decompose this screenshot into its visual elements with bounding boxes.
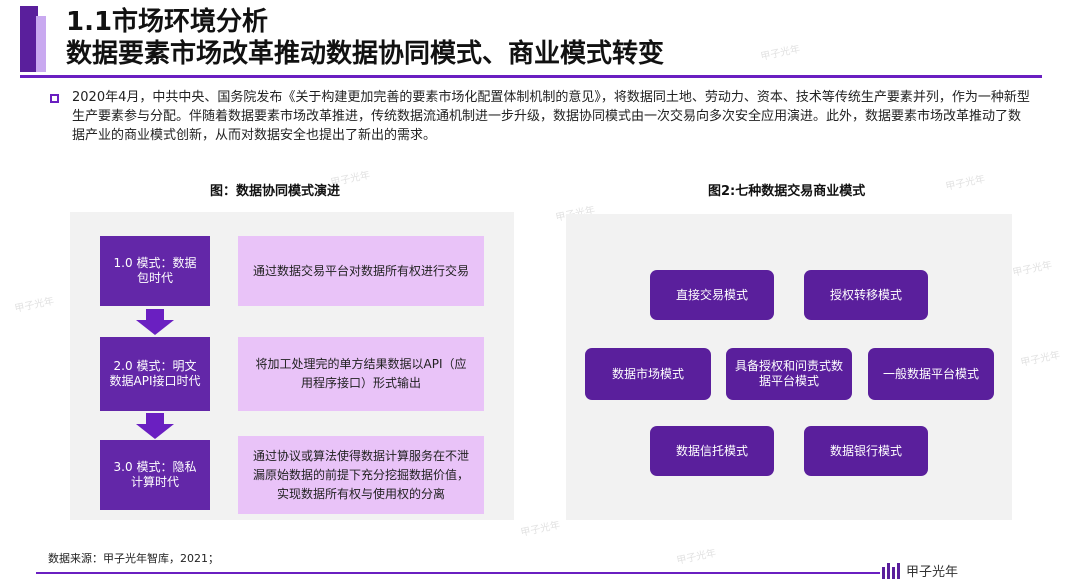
mode-data-trust: 数据信托模式: [650, 426, 774, 476]
watermark: 甲子光年: [13, 295, 56, 315]
watermark: 甲子光年: [1011, 259, 1054, 279]
brand-bars-icon: [882, 562, 900, 579]
mode-accountable-platform: 具备授权和问责式数据平台模式: [726, 348, 852, 400]
stage-2-description: 将加工处理完的单方结果数据以API（应用程序接口）形式输出: [238, 337, 484, 411]
stage-3-box: 3.0 模式：隐私计算时代: [100, 440, 210, 510]
page-title-line2: 数据要素市场改革推动数据协同模式、商业模式转变: [66, 39, 665, 69]
mode-data-market: 数据市场模式: [585, 348, 711, 400]
mode-data-bank: 数据银行模式: [804, 426, 928, 476]
stage-1-description: 通过数据交易平台对数据所有权进行交易: [238, 236, 484, 306]
stage-3-description: 通过协议或算法使得数据计算服务在不泄漏原始数据的前提下充分挖掘数据价值，实现数据…: [238, 436, 484, 514]
watermark: 甲子光年: [759, 43, 802, 63]
stage-1-box: 1.0 模式：数据包时代: [100, 236, 210, 306]
down-arrow-icon: [136, 413, 174, 439]
watermark: 甲子光年: [519, 519, 562, 539]
mode-direct-trade: 直接交易模式: [650, 270, 774, 320]
brand-name: 甲子光年: [906, 565, 959, 580]
watermark: 甲子光年: [675, 547, 718, 567]
mode-general-platform: 一般数据平台模式: [868, 348, 994, 400]
title-accent-bar: [20, 6, 48, 72]
right-figure-caption: 图2:七种数据交易商业模式: [708, 184, 866, 199]
footer-divider: [36, 572, 880, 574]
data-source-note: 数据来源：甲子光年智库，2021；: [48, 552, 219, 565]
down-arrow-icon: [136, 309, 174, 335]
watermark: 甲子光年: [944, 173, 987, 193]
page-title: 1.1市场环境分析 数据要素市场改革推动数据协同模式、商业模式转变: [66, 6, 664, 70]
mode-authorization-transfer: 授权转移模式: [804, 270, 928, 320]
stage-2-box: 2.0 模式：明文数据API接口时代: [100, 337, 210, 411]
brand-logo: 甲子光年: [882, 561, 958, 580]
intro-paragraph: 2020年4月，中共中央、国务院发布《关于构建更加完善的要素市场化配置体制机制的…: [72, 90, 1030, 143]
title-divider: [20, 75, 1042, 78]
watermark: 甲子光年: [1019, 349, 1062, 369]
left-figure-caption: 图：数据协同模式演进: [210, 184, 341, 199]
square-bullet-icon: [50, 94, 59, 103]
page-title-line1: 1.1市场环境分析: [66, 7, 269, 37]
